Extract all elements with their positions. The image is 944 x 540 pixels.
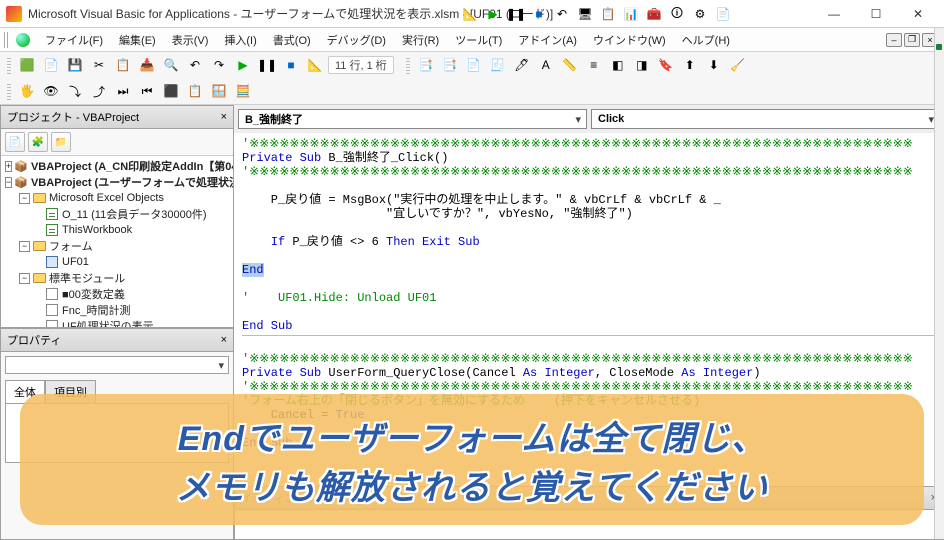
view-object-button[interactable]: 🧩 [28, 132, 48, 152]
menu-help[interactable]: ヘルプ(H) [675, 29, 737, 51]
tb-run[interactable]: ▶ [232, 54, 254, 76]
tb-find[interactable]: 🔍 [160, 54, 182, 76]
db-b8[interactable]: 📋 [184, 80, 206, 102]
qt-b5[interactable]: 🧰 [643, 3, 665, 25]
app-icon [6, 6, 22, 22]
qt-b6[interactable]: 🛈 [666, 3, 688, 25]
qt-stop[interactable]: ■ [528, 3, 550, 25]
menu-edit[interactable]: 編集(E) [112, 29, 163, 51]
properties-title: プロパティ [7, 332, 61, 348]
db-b3[interactable]: ⤵ [64, 80, 86, 102]
tb-copy[interactable]: 📋 [112, 54, 134, 76]
project-tree[interactable]: +📦VBAProject (A_CN印刷設定AddIn【第048版 −📦VBAP… [1, 156, 233, 327]
db-b9[interactable]: 🪟 [208, 80, 230, 102]
tb-e2[interactable]: 📑 [439, 54, 461, 76]
tb-insert[interactable]: 📄 [40, 54, 62, 76]
tb-e4[interactable]: 🧾 [487, 54, 509, 76]
project-explorer-title: プロジェクト - VBAProject [7, 109, 139, 125]
qt-b4[interactable]: 📊 [620, 3, 642, 25]
qt-b2[interactable]: 🖥 [574, 3, 596, 25]
db-b7[interactable]: ⬛ [160, 80, 182, 102]
procedure-dropdown[interactable]: Click [591, 109, 940, 129]
object-dropdown[interactable]: B_強制終了 [238, 109, 587, 129]
tb-e13[interactable]: ⬇ [703, 54, 725, 76]
tb-e7[interactable]: 📏 [559, 54, 581, 76]
menu-run[interactable]: 実行(R) [395, 29, 446, 51]
toggle-folders-button[interactable]: 📁 [51, 132, 71, 152]
tb-reset[interactable]: ■ [280, 54, 302, 76]
db-b6[interactable]: ⏮ [136, 80, 158, 102]
menu-addins[interactable]: アドイン(A) [511, 29, 584, 51]
caption-line-1: Endでユーザーフォームは全て閉じ、 [178, 411, 766, 460]
minimize-button[interactable]: — [814, 2, 854, 26]
db-b1[interactable]: 🖐 [16, 80, 38, 102]
qt-b8[interactable]: 📄 [712, 3, 734, 25]
tb-e5[interactable]: 🖊 [511, 54, 533, 76]
tb-cut[interactable]: ✂ [88, 54, 110, 76]
qt-b7[interactable]: ⚙ [689, 3, 711, 25]
tb-e10[interactable]: ◨ [631, 54, 653, 76]
tb-e14[interactable]: 🧹 [727, 54, 749, 76]
menu-tools[interactable]: ツール(T) [448, 29, 509, 51]
excel-window-edge [934, 28, 944, 539]
qt-run[interactable]: ▶ [482, 3, 504, 25]
project-explorer: プロジェクト - VBAProject × 📄 🧩 📁 +📦VBAProject … [0, 105, 234, 328]
quick-toolbar: 📐 ▶ ❚❚ ■ ↶ 🖥 📋 📊 🧰 🛈 ⚙ 📄 [459, 3, 734, 25]
caption-line-2: メモリも解放されると覚えてください [176, 460, 768, 509]
view-code-button[interactable]: 📄 [5, 132, 25, 152]
tb-redo[interactable]: ↷ [208, 54, 230, 76]
menu-view[interactable]: 表示(V) [165, 29, 216, 51]
mdi-minimize[interactable]: – [886, 33, 902, 47]
tb-e3[interactable]: 📄 [463, 54, 485, 76]
project-close-icon[interactable]: × [221, 111, 227, 123]
standard-toolbar: 🟩 📄 💾 ✂ 📋 📥 🔍 ↶ ↷ ▶ ❚❚ ■ 📐 11 行, 1 桁 📑 📑… [0, 52, 944, 78]
qt-pause[interactable]: ❚❚ [505, 3, 527, 25]
menu-debug[interactable]: デバッグ(D) [320, 29, 393, 51]
excel-color-mark [936, 44, 942, 50]
qt-b3[interactable]: 📋 [597, 3, 619, 25]
db-b5[interactable]: ⏭ [112, 80, 134, 102]
tb-break[interactable]: ❚❚ [256, 54, 278, 76]
tb-save[interactable]: 💾 [64, 54, 86, 76]
db-b2[interactable]: 👁 [40, 80, 62, 102]
tb-e11[interactable]: 🔖 [655, 54, 677, 76]
close-button[interactable]: ✕ [898, 2, 938, 26]
tb-paste[interactable]: 📥 [136, 54, 158, 76]
tb-undo[interactable]: ↶ [184, 54, 206, 76]
menubar: ファイル(F) 編集(E) 表示(V) 挿入(I) 書式(O) デバッグ(D) … [0, 28, 944, 52]
caption-overlay: Endでユーザーフォームは全て閉じ、 メモリも解放されると覚えてください [20, 394, 924, 525]
db-b10[interactable]: 🧮 [232, 80, 254, 102]
tb-view-excel[interactable]: 🟩 [16, 54, 38, 76]
properties-close-icon[interactable]: × [221, 334, 227, 346]
tb-e6[interactable]: A [535, 54, 557, 76]
properties-object-dropdown[interactable] [5, 356, 229, 374]
db-b4[interactable]: ⤴ [88, 80, 110, 102]
excel-return-icon[interactable] [16, 33, 30, 47]
tb-e8[interactable]: ≡ [583, 54, 605, 76]
menu-format[interactable]: 書式(O) [266, 29, 318, 51]
qt-btn[interactable]: 📐 [459, 3, 481, 25]
debug-toolbar: 🖐 👁 ⤵ ⤴ ⏭ ⏮ ⬛ 📋 🪟 🧮 [0, 78, 944, 104]
menu-window[interactable]: ウインドウ(W) [586, 29, 673, 51]
qt-b1[interactable]: ↶ [551, 3, 573, 25]
menu-insert[interactable]: 挿入(I) [217, 29, 263, 51]
tb-e9[interactable]: ◧ [607, 54, 629, 76]
menu-file[interactable]: ファイル(F) [38, 29, 110, 51]
tb-design[interactable]: 📐 [304, 54, 326, 76]
line-col-status: 11 行, 1 桁 [328, 56, 394, 74]
mdi-restore[interactable]: ❐ [904, 33, 920, 47]
tb-e1[interactable]: 📑 [415, 54, 437, 76]
tb-e12[interactable]: ⬆ [679, 54, 701, 76]
maximize-button[interactable]: ☐ [856, 2, 896, 26]
